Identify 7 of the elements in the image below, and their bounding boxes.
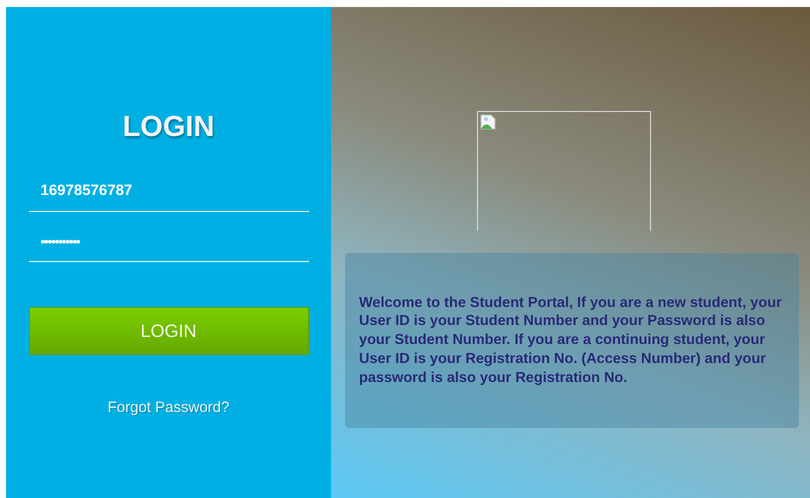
login-button[interactable]: LOGIN — [28, 307, 308, 355]
password-field[interactable]: ••••••••••• — [28, 224, 308, 262]
login-title: LOGIN — [122, 111, 214, 144]
welcome-message: Welcome to the Student Portal, If you are a new student, your User ID is your Student Number and your Password is also your Student Number. If you are a continuing student, your User ID is your Registration No. (Access Number) and your password is also your Registration No. — [359, 294, 783, 388]
forgot-password-link[interactable]: Forgot Password? — [108, 399, 230, 416]
user-id-field[interactable]: 16978576787 — [28, 172, 308, 212]
broken-image-icon — [480, 114, 496, 130]
